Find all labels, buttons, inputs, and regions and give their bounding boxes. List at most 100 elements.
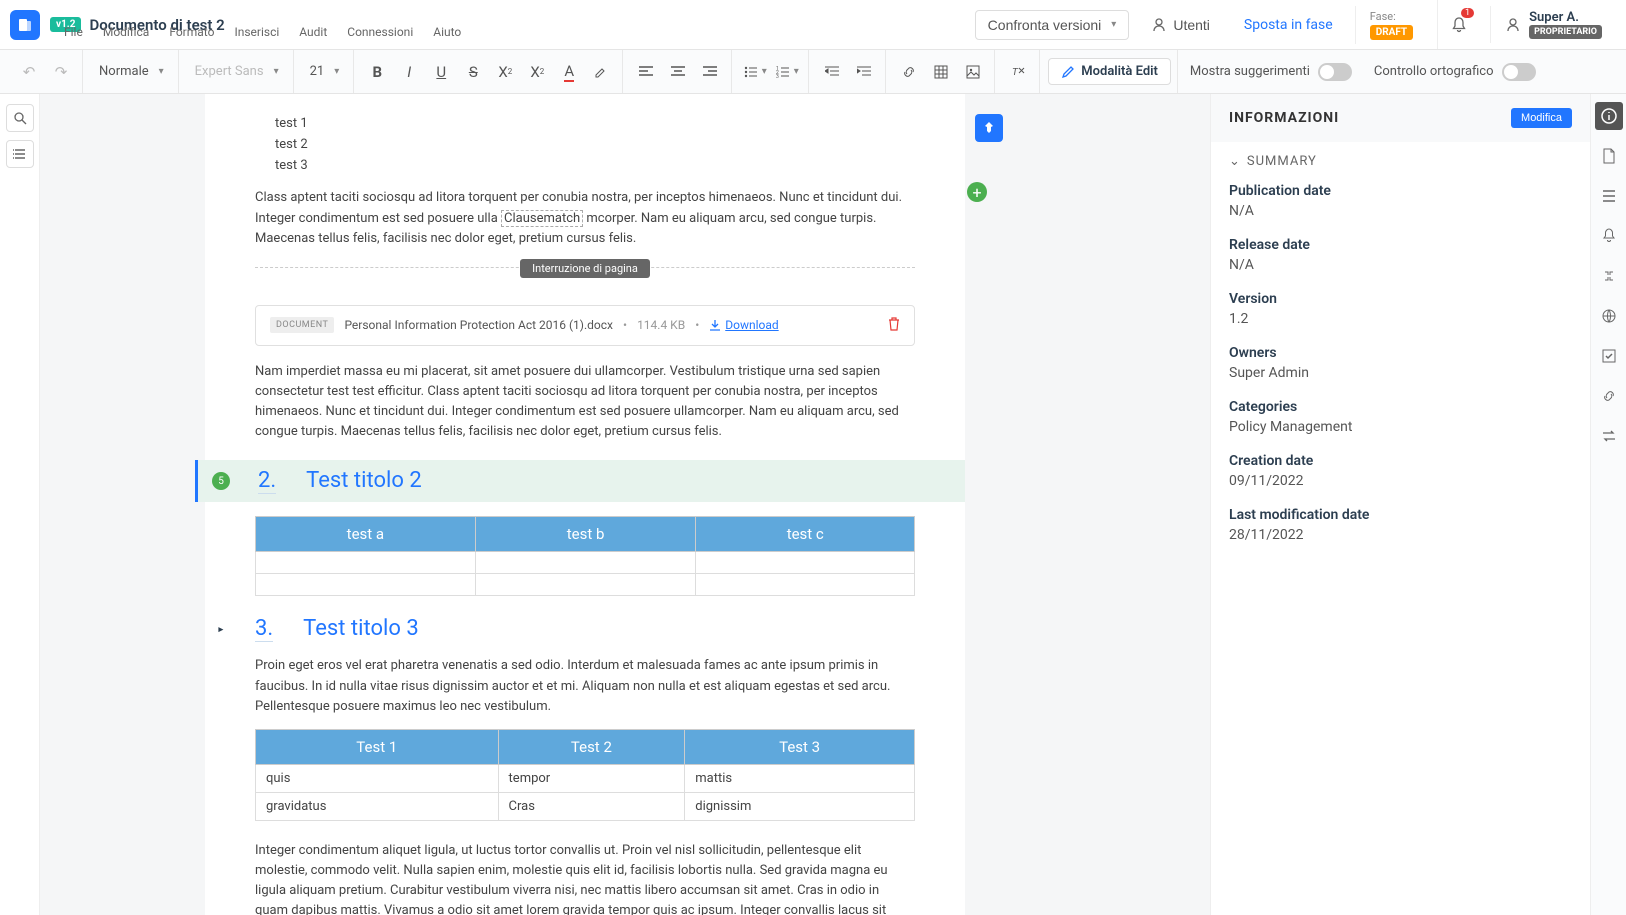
smart-tag[interactable]: Clausematch — [501, 210, 583, 227]
page-break: Interruzione di pagina — [255, 267, 915, 287]
bullet-list-button[interactable] — [740, 57, 770, 87]
bold-button[interactable]: B — [362, 57, 392, 87]
user-icon — [1151, 17, 1167, 33]
heading-2[interactable]: 5 2. Test titolo 2 — [195, 460, 965, 502]
clear-format-button[interactable]: T — [1003, 57, 1033, 87]
rail-crosshair-button[interactable] — [1595, 262, 1623, 290]
superscript-button[interactable]: X2 — [522, 57, 552, 87]
menu-help[interactable]: Aiuto — [425, 22, 469, 42]
undo-button[interactable]: ↶ — [14, 57, 44, 87]
menu-insert[interactable]: Inserisci — [226, 22, 287, 42]
rail-list-button[interactable] — [1595, 182, 1623, 210]
number-list-button[interactable]: 123 — [772, 57, 802, 87]
table-2[interactable]: Test 1Test 2Test 3 quistempormattis grav… — [255, 729, 915, 821]
comment-gutter: + — [965, 94, 1045, 915]
field-label: Last modification date — [1229, 507, 1572, 523]
rail-transfer-button[interactable] — [1595, 422, 1623, 450]
suggestions-toggle[interactable] — [1318, 63, 1352, 81]
field-value: N/A — [1229, 203, 1572, 219]
menu-connections[interactable]: Connessioni — [339, 22, 421, 42]
add-comment-button[interactable]: + — [967, 182, 987, 202]
rail-bell-button[interactable] — [1595, 222, 1623, 250]
size-select[interactable]: 21 — [302, 64, 348, 79]
info-field: Last modification date28/11/2022 — [1229, 507, 1572, 543]
paragraph[interactable]: Nam imperdiet massa eu mi placerat, sit … — [255, 362, 915, 443]
style-select[interactable]: Normale — [91, 64, 172, 79]
field-value: N/A — [1229, 257, 1572, 273]
chevron-down-icon: ⌄ — [1229, 154, 1241, 169]
underline-button[interactable]: U — [426, 57, 456, 87]
outline-rail-button[interactable] — [6, 140, 34, 168]
paragraph[interactable]: Class aptent taciti sociosqu ad litora t… — [255, 188, 915, 248]
table-icon — [934, 65, 948, 79]
notifications-button[interactable]: 1 — [1437, 0, 1480, 49]
link-icon — [902, 65, 916, 79]
list-icon — [1602, 189, 1616, 203]
list-item[interactable]: test 2 — [255, 135, 915, 156]
document-canvas[interactable]: test 1 test 2 test 3 Class aptent taciti… — [40, 94, 1210, 915]
current-user[interactable]: Super A. PROPRIETARIO — [1490, 6, 1616, 43]
highlight-button[interactable] — [586, 57, 616, 87]
table-button[interactable] — [926, 57, 956, 87]
comment-count-badge[interactable]: 5 — [212, 472, 230, 490]
svg-text:T: T — [1012, 67, 1019, 78]
document-page[interactable]: test 1 test 2 test 3 Class aptent taciti… — [205, 94, 965, 915]
rail-doc-button[interactable] — [1595, 142, 1623, 170]
outdent-button[interactable] — [817, 57, 847, 87]
app-logo[interactable] — [10, 10, 40, 40]
rail-info-button[interactable] — [1595, 102, 1623, 130]
field-label: Owners — [1229, 345, 1572, 361]
strike-button[interactable]: S — [458, 57, 488, 87]
field-label: Publication date — [1229, 183, 1572, 199]
text-cursor: ▸ — [217, 622, 225, 637]
info-field: CategoriesPolicy Management — [1229, 399, 1572, 435]
rail-link-button[interactable] — [1595, 382, 1623, 410]
edit-mode-button[interactable]: Modalità Edit — [1048, 58, 1171, 85]
summary-section-toggle[interactable]: ⌄ SUMMARY — [1229, 154, 1572, 169]
align-center-button[interactable] — [663, 57, 693, 87]
text-color-button[interactable]: A — [554, 57, 584, 87]
compare-versions-dropdown[interactable]: Confronta versioni — [975, 10, 1130, 40]
image-button[interactable] — [958, 57, 988, 87]
attachment-block: DOCUMENT Personal Information Protection… — [255, 305, 915, 346]
indent-button[interactable] — [849, 57, 879, 87]
rail-globe-button[interactable] — [1595, 302, 1623, 330]
subscript-button[interactable]: X2 — [490, 57, 520, 87]
align-right-button[interactable] — [695, 57, 725, 87]
search-rail-button[interactable] — [6, 104, 34, 132]
menu-edit[interactable]: Modifica — [95, 22, 157, 42]
attachment-download[interactable]: Download — [709, 318, 778, 332]
link-button[interactable] — [894, 57, 924, 87]
paragraph[interactable]: Integer condimentum aliquet ligula, ut l… — [255, 841, 915, 915]
outdent-icon — [825, 66, 839, 78]
menu-audit[interactable]: Audit — [291, 22, 335, 42]
globe-icon — [1602, 309, 1616, 323]
svg-text:3: 3 — [776, 74, 779, 78]
pin-button[interactable] — [975, 114, 1003, 142]
table-1[interactable]: test atest btest c — [255, 516, 915, 596]
spellcheck-toggle[interactable] — [1502, 63, 1536, 81]
pencil-icon — [1061, 65, 1075, 79]
outline-icon — [13, 147, 27, 161]
transfer-icon — [1602, 429, 1616, 443]
font-select[interactable]: Expert Sans — [187, 64, 287, 79]
paragraph[interactable]: Proin eget eros vel erat pharetra venena… — [255, 656, 915, 716]
heading-3[interactable]: 3. Test titolo 3 — [255, 616, 915, 642]
info-edit-button[interactable]: Modifica — [1511, 108, 1572, 128]
rail-check-button[interactable] — [1595, 342, 1623, 370]
align-left-button[interactable] — [631, 57, 661, 87]
move-phase-link[interactable]: Sposta in fase — [1232, 11, 1345, 39]
attachment-delete[interactable] — [888, 316, 900, 335]
list-item[interactable]: test 1 — [255, 114, 915, 135]
users-button[interactable]: Utenti — [1139, 11, 1222, 39]
left-rail — [0, 94, 40, 915]
redo-button[interactable]: ↷ — [46, 57, 76, 87]
menu-file[interactable]: File — [56, 22, 91, 42]
bullet-icon — [744, 66, 758, 78]
trash-icon — [888, 317, 900, 331]
align-center-icon — [671, 66, 685, 78]
list-item[interactable]: test 3 — [255, 156, 915, 177]
download-icon — [709, 319, 721, 331]
italic-button[interactable]: I — [394, 57, 424, 87]
menu-format[interactable]: Formato — [161, 22, 222, 42]
